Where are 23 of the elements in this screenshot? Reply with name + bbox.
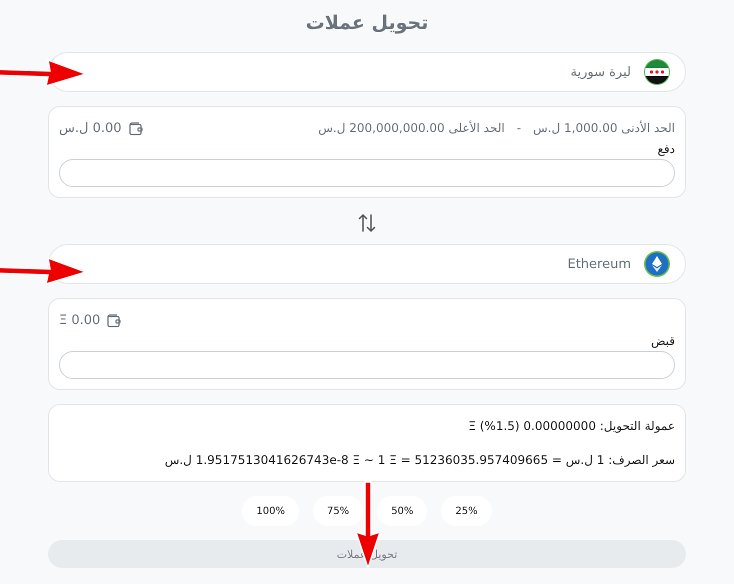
rate-text: سعر الصرف: 1 ل.س = 1.9517513041626743e-8 Ξ ~ 1 Ξ = 51236035.957409665 ل.س xyxy=(164,452,675,469)
balance: 0.00 ل.س xyxy=(59,120,122,136)
flag-icon xyxy=(643,58,671,86)
percent-button[interactable]: 75% xyxy=(312,496,364,526)
currency-selector[interactable]: Ethereum xyxy=(48,244,686,284)
percent-button[interactable]: 100% xyxy=(242,496,299,526)
page-title: تحويل عملات xyxy=(304,11,430,36)
field-label: قبض xyxy=(650,333,675,349)
fee-text: عمولة التحويل: 0.00000000 (1.5%) Ξ xyxy=(467,418,675,435)
separator: - xyxy=(516,121,522,135)
input-field[interactable] xyxy=(59,159,675,187)
balance: 0.00 Ξ xyxy=(59,312,100,328)
wallet-icon xyxy=(106,312,122,328)
field-label: دفع xyxy=(656,141,675,157)
input-field[interactable] xyxy=(59,351,675,379)
max-limit: الحد الأعلى 200,000,000.00 ل.س xyxy=(318,121,505,135)
diamond-icon xyxy=(643,250,671,278)
currency-selector[interactable]: ليرة سورية xyxy=(48,52,686,92)
percent-button[interactable]: 25% xyxy=(441,496,492,526)
percent-button[interactable]: 50% xyxy=(377,496,428,526)
swap-icon[interactable] xyxy=(356,212,378,234)
wallet-icon xyxy=(128,120,144,136)
min-limit: الحد الأدنى 1,000.00 ل.س xyxy=(533,121,675,135)
